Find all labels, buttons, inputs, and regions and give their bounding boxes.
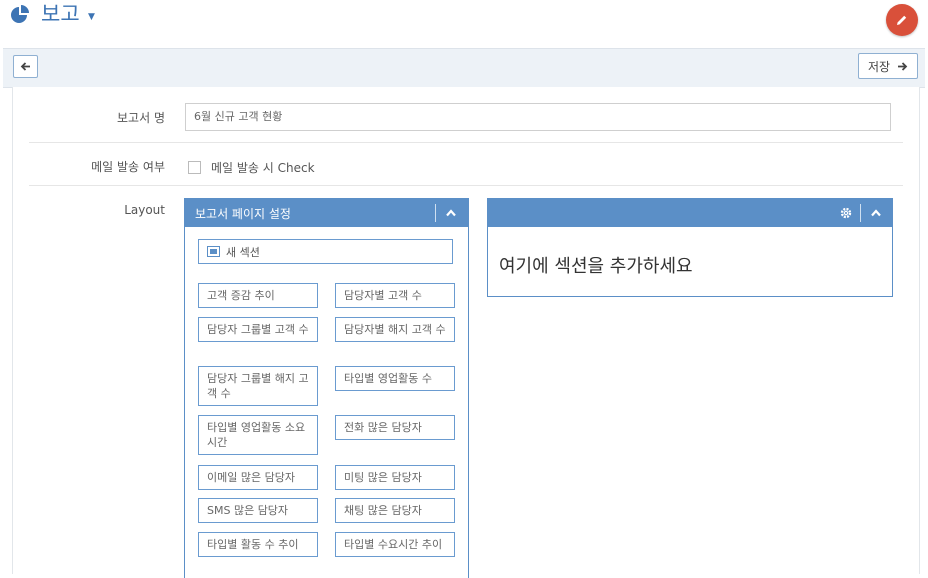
collapse-button[interactable]	[443, 205, 459, 221]
back-button[interactable]	[13, 55, 38, 78]
mail-send-checkbox-label[interactable]: 메일 발송 시 Check	[211, 159, 315, 176]
save-button-label: 저장	[867, 59, 891, 74]
widget-item[interactable]: 고객 증감 추이	[198, 283, 318, 308]
divider	[29, 142, 903, 143]
gear-icon	[840, 207, 852, 219]
save-button[interactable]: 저장	[858, 53, 918, 79]
mail-send-checkbox[interactable]	[188, 161, 201, 174]
divider	[435, 204, 436, 222]
widget-item[interactable]: 담당자별 해지 고객 수	[335, 317, 455, 342]
chevron-down-icon[interactable]: ▼	[88, 12, 95, 22]
report-form: 보고서 명 6월 신규 고객 현황 메일 발송 여부 메일 발송 시 Check…	[12, 87, 920, 578]
section-icon	[207, 246, 220, 257]
pie-chart-icon	[11, 5, 29, 23]
new-section-label: 새 섹션	[226, 245, 260, 259]
mail-send-label: 메일 발송 여부	[91, 160, 165, 174]
layout-label: Layout	[124, 203, 165, 217]
chevron-up-icon	[871, 209, 881, 217]
page-title[interactable]: 보고	[41, 0, 80, 28]
settings-button[interactable]	[838, 205, 854, 221]
drop-hint-text: 여기에 섹션을 추가하세요	[499, 256, 693, 277]
report-name-label: 보고서 명	[117, 111, 165, 125]
widget-item[interactable]: 타입별 영업활동 수	[335, 366, 455, 391]
divider	[860, 204, 861, 222]
pencil-icon	[897, 15, 907, 25]
widget-item[interactable]: 미팅 많은 담당자	[335, 465, 455, 490]
widget-item[interactable]: 담당자별 고객 수	[335, 283, 455, 308]
edit-button[interactable]	[886, 4, 918, 36]
toolbar: 저장	[3, 48, 925, 88]
page-settings-panel: 보고서 페이지 설정 새 섹션 고객 증감 추이 담당자별 고객 수 담당자 그…	[184, 198, 469, 578]
widget-item[interactable]: 타입별 영업활동 소요시간	[198, 415, 318, 455]
report-name-input[interactable]: 6월 신규 고객 현황	[185, 103, 891, 131]
widget-item[interactable]: 타입별 활동 수 추이	[198, 532, 318, 557]
arrow-right-icon	[898, 61, 908, 71]
widget-item[interactable]: SMS 많은 담당자	[198, 498, 318, 523]
widget-item[interactable]: 타입별 수요시간 추이	[335, 532, 455, 557]
widget-item[interactable]: 전화 많은 담당자	[335, 415, 455, 440]
new-section-button[interactable]: 새 섹션	[198, 239, 453, 264]
section-drop-panel[interactable]: 여기에 섹션을 추가하세요	[487, 198, 893, 297]
page-settings-panel-title: 보고서 페이지 설정	[195, 207, 291, 221]
widget-item[interactable]: 담당자 그룹별 해지 고객 수	[198, 366, 318, 406]
section-panel-header	[488, 199, 892, 227]
chevron-up-icon	[446, 209, 456, 217]
widget-item[interactable]: 담당자 그룹별 고객 수	[198, 317, 318, 342]
page-settings-panel-header: 보고서 페이지 설정	[185, 199, 468, 227]
widget-item[interactable]: 이메일 많은 담당자	[198, 465, 318, 490]
app-header: 보고 ▼	[0, 0, 928, 48]
divider	[29, 185, 903, 186]
collapse-button[interactable]	[868, 205, 884, 221]
arrow-left-icon	[20, 62, 30, 71]
widget-item[interactable]: 채팅 많은 담당자	[335, 498, 455, 523]
